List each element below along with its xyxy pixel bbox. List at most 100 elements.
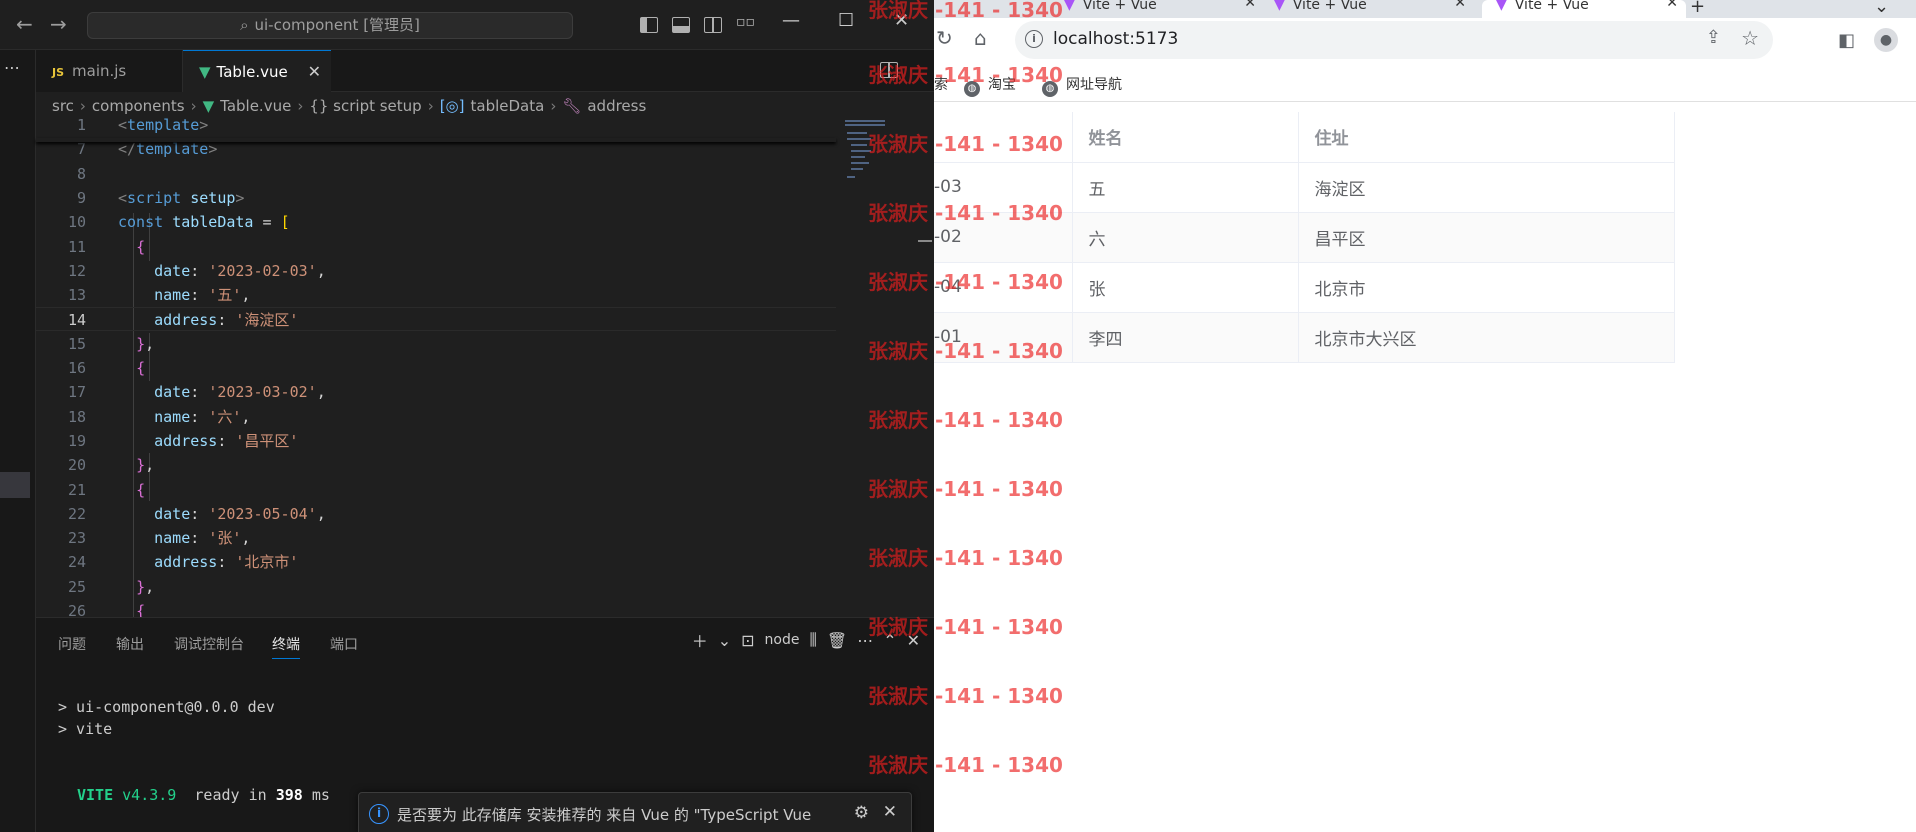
line-number: 25 xyxy=(67,577,86,596)
close-tab-icon[interactable]: ✕ xyxy=(1244,0,1256,10)
cell-date: -04 xyxy=(934,262,1073,313)
code-line[interactable]: 9 <script setup> xyxy=(36,186,836,210)
code-line[interactable]: 20 }, xyxy=(36,453,836,477)
code-line[interactable]: 13 name: '五', xyxy=(36,283,836,307)
code-line[interactable]: 18 name: '六', xyxy=(36,405,836,429)
cell-address: 昌平区 xyxy=(1298,212,1675,263)
table-row: -03 五 海淀区 xyxy=(934,162,1675,213)
page-content: 姓名 住址 -03 五 海淀区 -02 六 昌平区 -04 张 北京市 -01 … xyxy=(934,102,1916,832)
browser-tab-active[interactable]: ▼ Vite + Vue ✕ xyxy=(1482,0,1686,18)
code-editor[interactable]: 1 <template> 7 </template> 8 9 <script setup> 1… xyxy=(36,116,906,620)
browser-tab[interactable]: ▼ Vite + Vue ✕ xyxy=(1274,0,1474,18)
terminal-name[interactable]: node xyxy=(765,632,800,648)
cell-name: 张 xyxy=(1072,262,1299,313)
toggle-panel-icon[interactable] xyxy=(672,17,690,33)
panel-tab-terminal[interactable]: 终端 xyxy=(272,634,300,659)
code-line[interactable]: 11 { xyxy=(36,235,836,259)
gear-icon[interactable]: ⚙ xyxy=(854,803,869,823)
more-actions-icon[interactable]: ⋯ xyxy=(857,631,873,650)
tab-main-js[interactable]: JS main.js xyxy=(36,50,183,92)
more-icon[interactable]: ⋯ xyxy=(4,58,20,77)
close-window-icon[interactable]: ✕ xyxy=(894,10,909,31)
new-terminal-icon[interactable]: ＋ xyxy=(692,628,708,652)
forward-arrow-icon[interactable]: → xyxy=(50,12,67,36)
split-terminal-icon[interactable]: ⫼ xyxy=(810,630,817,650)
code-line[interactable]: 14 address: '海淀区' xyxy=(36,307,836,332)
toggle-primary-sidebar-icon[interactable] xyxy=(640,17,658,33)
customize-layout-icon[interactable] xyxy=(736,14,755,33)
reload-icon[interactable]: ↻ xyxy=(936,26,953,50)
browser-tab-strip: ▼ Vite + Vue ✕ ▼ Vite + Vue ✕ ▼ Vite + Vue ✕ +… xyxy=(934,0,1916,18)
globe-icon: ◍ xyxy=(1042,81,1058,97)
window-title: ui-component [管理员] xyxy=(254,16,420,34)
tab-table-vue[interactable]: ▼ Table.vue ✕ xyxy=(183,50,331,92)
toggle-secondary-sidebar-icon[interactable] xyxy=(704,17,722,33)
table-row: -01 李四 北京市大兴区 xyxy=(934,312,1675,363)
code-text: date: '2023-02-03', xyxy=(154,261,326,280)
url-text[interactable]: localhost:5173 xyxy=(1053,29,1178,49)
code-line[interactable]: 24 address: '北京市' xyxy=(36,550,836,574)
trash-icon[interactable]: 🗑︎ xyxy=(827,631,847,650)
bookmark-label: 淘宝 xyxy=(988,77,1016,93)
address-bar[interactable]: i localhost:5173 ⇪ ☆ xyxy=(1015,21,1773,59)
activity-selected-item[interactable] xyxy=(0,472,30,498)
code-line[interactable]: 10 const tableData = [ xyxy=(36,210,836,234)
code-text: address: '海淀区' xyxy=(154,311,299,330)
command-center[interactable]: ⌕ ui-component [管理员] xyxy=(87,12,573,39)
code-line[interactable]: 23 name: '张', xyxy=(36,526,836,550)
code-line[interactable]: 25 }, xyxy=(36,575,836,599)
line-number: 15 xyxy=(67,334,86,353)
panel-tab-debug-console[interactable]: 调试控制台 xyxy=(174,634,244,654)
back-arrow-icon[interactable]: ← xyxy=(16,12,33,36)
side-panel-icon[interactable]: ◧ xyxy=(1838,30,1855,51)
share-icon[interactable]: ⇪ xyxy=(1706,27,1721,48)
split-editor-icon[interactable] xyxy=(880,62,898,78)
code-line[interactable]: 21 { xyxy=(36,478,836,502)
browser-tab-title: Vite + Vue xyxy=(1514,0,1589,13)
home-icon[interactable]: ⌂ xyxy=(974,26,987,50)
code-text: { xyxy=(136,237,146,256)
close-tab-icon[interactable]: ✕ xyxy=(1666,0,1678,10)
code-line[interactable]: 8 xyxy=(36,162,836,186)
minimap[interactable] xyxy=(843,118,903,180)
browser-tab[interactable]: ▼ Vite + Vue ✕ xyxy=(1064,0,1264,18)
tab-search-icon[interactable]: ⌄ xyxy=(1874,0,1889,17)
maximize-icon[interactable]: ☐ xyxy=(838,10,854,31)
panel-tab-output[interactable]: 输出 xyxy=(116,634,144,654)
code-line[interactable]: 19 address: '昌平区' xyxy=(36,429,836,453)
browser-window: ▼ Vite + Vue ✕ ▼ Vite + Vue ✕ ▼ Vite + Vue ✕ +… xyxy=(934,0,1916,832)
panel-tab-ports[interactable]: 端口 xyxy=(330,634,358,654)
code-line[interactable]: 17 date: '2023-03-02', xyxy=(36,380,836,404)
table-header-row: 姓名 住址 xyxy=(934,112,1675,163)
bookmark-nav[interactable]: ◍ 网址导航 xyxy=(1042,74,1122,97)
bookmark-item[interactable]: 索 xyxy=(934,74,948,94)
cell-date: -02 xyxy=(934,212,1073,263)
panel-tab-problems[interactable]: 问题 xyxy=(58,634,86,654)
bookmark-star-icon[interactable]: ☆ xyxy=(1741,26,1759,50)
code-line[interactable]: 1 <template> xyxy=(36,113,836,137)
profile-avatar[interactable]: ● xyxy=(1874,28,1898,52)
code-text: { xyxy=(136,359,146,377)
close-panel-icon[interactable]: ✕ xyxy=(907,631,920,650)
column-header-date xyxy=(934,112,1073,163)
code-line[interactable]: 22 date: '2023-05-04', xyxy=(36,502,836,526)
ms-unit: ms xyxy=(311,786,330,804)
cell-address: 北京市大兴区 xyxy=(1298,312,1675,363)
minimize-icon[interactable]: — xyxy=(782,10,800,31)
code-line[interactable]: 12 date: '2023-02-03', xyxy=(36,259,836,283)
vue-file-icon: ▼ xyxy=(199,63,211,81)
site-info-icon[interactable]: i xyxy=(1025,30,1043,48)
code-line[interactable]: 16 { xyxy=(36,356,836,380)
close-notification-icon[interactable]: ✕ xyxy=(883,802,897,822)
code-line[interactable]: 15 }, xyxy=(36,332,836,356)
globe-icon: ◍ xyxy=(964,81,980,97)
chevron-down-icon[interactable]: ⌄ xyxy=(718,631,731,650)
cell-address: 海淀区 xyxy=(1298,162,1675,213)
table-row: -02 六 昌平区 xyxy=(934,212,1675,263)
close-tab-icon[interactable]: ✕ xyxy=(1454,0,1466,10)
maximize-panel-icon[interactable]: ⌃ xyxy=(883,631,896,650)
close-tab-icon[interactable]: ✕ xyxy=(308,51,321,93)
new-tab-icon[interactable]: + xyxy=(1690,0,1705,17)
notification-toast[interactable]: i 是否要为 此存储库 安装推荐的 来自 Vue 的 "TypeScript V… xyxy=(358,792,912,832)
bookmark-taobao[interactable]: ◍ 淘宝 xyxy=(964,74,1016,97)
